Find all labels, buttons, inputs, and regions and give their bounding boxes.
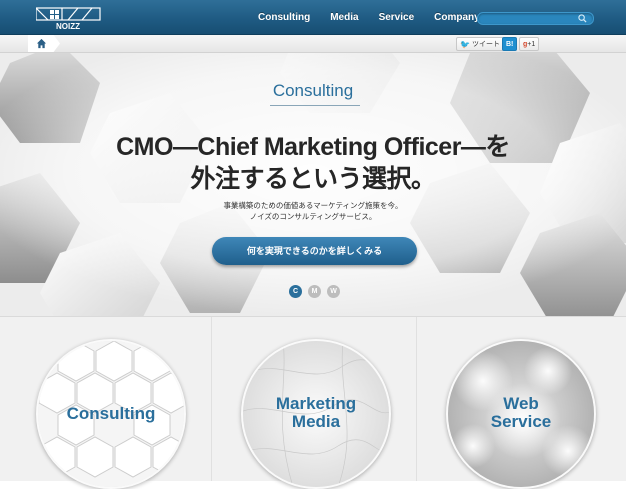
home-icon bbox=[36, 38, 47, 49]
nav-media[interactable]: Media bbox=[330, 12, 358, 23]
web-service-card-title-line-1: Web bbox=[503, 394, 539, 413]
main-nav: Consulting Media Service Company bbox=[258, 0, 500, 34]
slide-dot-consulting[interactable]: C bbox=[289, 285, 302, 298]
marketing-media-card[interactable]: Marketing Media bbox=[241, 339, 391, 489]
hero-headline-line-1: CMO―Chief Marketing Officer―を bbox=[116, 133, 510, 161]
slide-dot-web[interactable]: W bbox=[327, 285, 340, 298]
hero-subtext-line-1: 事業構築のための価値あるマーケティング施策を今。 bbox=[223, 201, 403, 210]
tweet-button[interactable]: 🐦 ツイート bbox=[456, 37, 504, 51]
slide-indicator: C M W bbox=[289, 285, 346, 298]
google-plus-button[interactable]: g +1 bbox=[519, 37, 540, 51]
nav-consulting[interactable]: Consulting bbox=[258, 12, 310, 23]
service-cards-section: Consulting Marketing Media Web Service bbox=[0, 316, 626, 489]
hero-subtext-line-2: ノイズのコンサルティングサービス。 bbox=[249, 212, 377, 221]
top-navigation-bar: NOIZZ Consulting Media Service Company bbox=[0, 0, 626, 35]
consulting-card[interactable]: Consulting bbox=[36, 339, 186, 489]
consulting-card-title: Consulting bbox=[66, 404, 156, 423]
breadcrumb-bar: 🐦 ツイート B! g +1 bbox=[0, 35, 626, 53]
nav-company[interactable]: Company bbox=[434, 12, 480, 23]
web-service-card-title-line-2: Service bbox=[490, 412, 552, 431]
twitter-bird-icon: 🐦 bbox=[460, 39, 470, 49]
search-box bbox=[477, 12, 594, 25]
google-plus-label: +1 bbox=[527, 40, 536, 48]
tweet-label: ツイート bbox=[471, 41, 500, 48]
card-divider bbox=[416, 317, 417, 481]
hero-category-label: Consulting bbox=[272, 81, 354, 100]
marketing-media-card-title-line-2: Media bbox=[291, 412, 341, 431]
breadcrumb-home[interactable] bbox=[28, 35, 60, 52]
hero-divider bbox=[270, 105, 360, 106]
learn-more-button[interactable]: 何を実現できるのかを詳しくみる bbox=[212, 237, 417, 265]
noizz-logo[interactable]: NOIZZ bbox=[35, 6, 102, 31]
web-service-card[interactable]: Web Service bbox=[446, 339, 596, 489]
logo-wordmark: NOIZZ bbox=[56, 22, 80, 30]
hatena-label: B! bbox=[506, 40, 514, 48]
hatena-bookmark-button[interactable]: B! bbox=[502, 37, 518, 51]
search-input[interactable] bbox=[484, 13, 574, 24]
marketing-media-card-title-line-1: Marketing bbox=[275, 394, 357, 413]
hero-section: Consulting CMO―Chief Marketing Officer―を… bbox=[0, 53, 626, 316]
hero-headline-line-2: 外注するという選択。 bbox=[190, 165, 436, 193]
nav-service[interactable]: Service bbox=[379, 12, 415, 23]
card-divider bbox=[211, 317, 212, 481]
slide-dot-media[interactable]: M bbox=[308, 285, 321, 298]
search-icon[interactable] bbox=[578, 14, 587, 23]
